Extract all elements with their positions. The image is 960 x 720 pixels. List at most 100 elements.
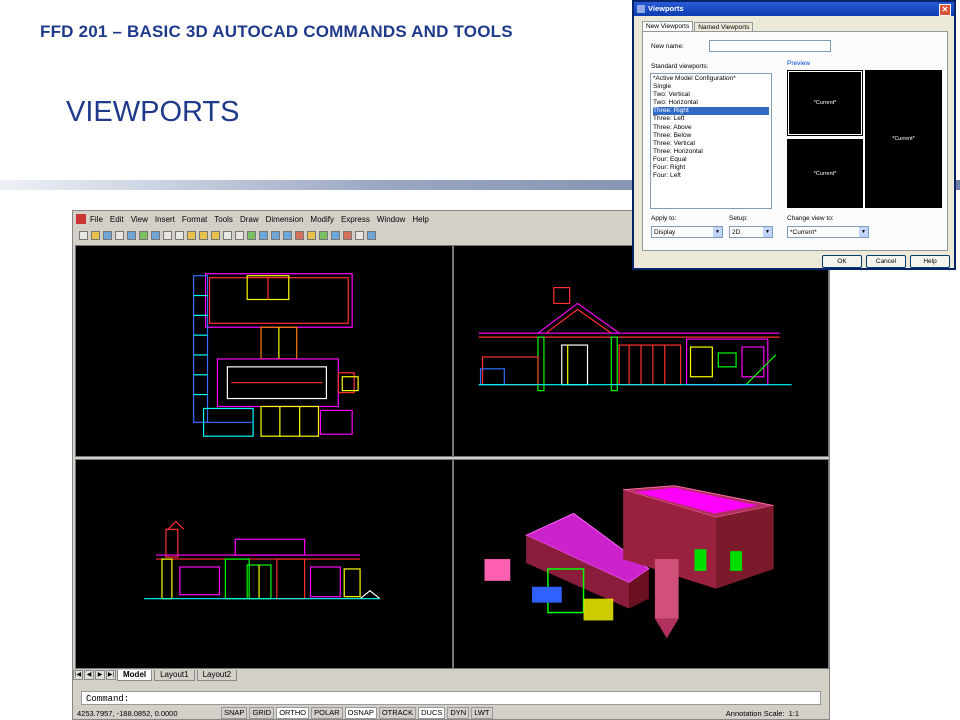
first-tab-icon[interactable]: |◀ xyxy=(73,670,83,680)
side-elevation-drawing xyxy=(144,520,381,600)
properties-icon[interactable] xyxy=(295,231,304,240)
menu-format[interactable]: Format xyxy=(182,215,207,224)
menu-insert[interactable]: Insert xyxy=(155,215,175,224)
list-item[interactable]: Three: Left xyxy=(653,115,769,123)
preview-cell-bottom-left[interactable]: *Current* xyxy=(787,139,863,208)
3d-dwf-icon[interactable] xyxy=(151,231,160,240)
block-editor-icon[interactable] xyxy=(211,231,220,240)
menu-tools[interactable]: Tools xyxy=(214,215,233,224)
change-view-select[interactable]: *Current* ▼ xyxy=(787,226,869,238)
pan-icon[interactable] xyxy=(247,231,256,240)
tab-layout1[interactable]: Layout1 xyxy=(154,669,195,681)
dyn-toggle[interactable]: DYN xyxy=(447,707,470,719)
viewport-top-left-plan[interactable] xyxy=(75,245,453,457)
next-tab-icon[interactable]: ▶ xyxy=(95,670,105,680)
viewport-bottom-right-3d[interactable] xyxy=(453,459,829,669)
help-button[interactable]: Help xyxy=(910,255,950,268)
publish-icon[interactable] xyxy=(139,231,148,240)
list-item[interactable]: Four: Equal xyxy=(653,156,769,164)
viewport-top-right-elevation[interactable] xyxy=(453,245,829,457)
list-item[interactable]: Four: Right xyxy=(653,164,769,172)
zoom-realtime-icon[interactable] xyxy=(259,231,268,240)
lwt-toggle[interactable]: LWT xyxy=(471,707,493,719)
open-file-icon[interactable] xyxy=(91,231,100,240)
sheet-set-icon[interactable] xyxy=(331,231,340,240)
match-properties-icon[interactable] xyxy=(199,231,208,240)
copy-icon[interactable] xyxy=(175,231,184,240)
viewport-bottom-left-side-elevation[interactable] xyxy=(75,459,453,669)
undo-icon[interactable] xyxy=(223,231,232,240)
osnap-toggle[interactable]: OSNAP xyxy=(344,707,377,719)
zoom-previous-icon[interactable] xyxy=(283,231,292,240)
plot-preview-icon[interactable] xyxy=(127,231,136,240)
paste-icon[interactable] xyxy=(187,231,196,240)
preview-cell-right[interactable]: *Current* xyxy=(865,70,942,208)
apply-to-select[interactable]: Display ▼ xyxy=(651,226,723,238)
list-item[interactable]: Three: Vertical xyxy=(653,140,769,148)
markup-icon[interactable] xyxy=(343,231,352,240)
list-item-selected[interactable]: Three: Right xyxy=(653,107,769,116)
new-viewports-panel: New name: Standard viewports: *Active Mo… xyxy=(642,31,948,251)
front-elevation-drawing xyxy=(478,287,792,392)
layout-tab-bar: |◀ ◀ ▶ ▶| Model Layout1 Layout2 xyxy=(73,669,829,681)
list-item[interactable]: Two: Vertical xyxy=(653,91,769,99)
design-center-icon[interactable] xyxy=(307,231,316,240)
viewports-dialog: Viewports ✕ New Viewports Named Viewport… xyxy=(632,0,956,270)
ok-button[interactable]: OK xyxy=(822,255,862,268)
calculator-icon[interactable] xyxy=(355,231,364,240)
zoom-window-icon[interactable] xyxy=(271,231,280,240)
grid-toggle[interactable]: GRID xyxy=(249,707,275,719)
menu-draw[interactable]: Draw xyxy=(240,215,259,224)
last-tab-icon[interactable]: ▶| xyxy=(106,670,116,680)
list-item[interactable]: *Active Model Configuration* xyxy=(653,75,769,83)
viewport-preview: *Current* *Current* *Current* xyxy=(787,70,942,208)
polar-toggle[interactable]: POLAR xyxy=(311,707,343,719)
list-item[interactable]: Two: Horizontal xyxy=(653,99,769,107)
redo-icon[interactable] xyxy=(235,231,244,240)
menu-modify[interactable]: Modify xyxy=(310,215,334,224)
dialog-icon xyxy=(637,5,645,13)
annotation-scale-value[interactable]: 1:1 xyxy=(789,709,799,718)
list-item[interactable]: Single xyxy=(653,83,769,91)
list-item[interactable]: Three: Horizontal xyxy=(653,148,769,156)
menu-file[interactable]: File xyxy=(90,215,103,224)
help-icon[interactable] xyxy=(367,231,376,240)
prev-tab-icon[interactable]: ◀ xyxy=(84,670,94,680)
cut-icon[interactable] xyxy=(163,231,172,240)
chevron-down-icon: ▼ xyxy=(713,227,722,237)
annotation-scale-label: Annotation Scale: xyxy=(725,708,785,718)
menu-window[interactable]: Window xyxy=(377,215,405,224)
menu-express[interactable]: Express xyxy=(341,215,370,224)
new-name-input[interactable] xyxy=(709,40,831,52)
menu-view[interactable]: View xyxy=(131,215,148,224)
command-line[interactable]: Command: xyxy=(81,691,821,705)
tab-layout2[interactable]: Layout2 xyxy=(196,669,238,681)
otrack-toggle[interactable]: OTRACK xyxy=(378,707,417,719)
plan-drawing xyxy=(193,273,359,437)
save-icon[interactable] xyxy=(103,231,112,240)
standard-viewports-list[interactable]: *Active Model Configuration* Single Two:… xyxy=(650,73,772,209)
list-item[interactable]: Three: Below xyxy=(653,132,769,140)
preview-cell-top-left[interactable]: *Current* xyxy=(787,70,863,136)
autocad-icon[interactable] xyxy=(76,214,86,224)
slide-heading: VIEWPORTS xyxy=(66,96,240,128)
dialog-title-bar: Viewports ✕ xyxy=(634,2,954,16)
menu-help[interactable]: Help xyxy=(412,215,428,224)
cancel-button[interactable]: Cancel xyxy=(866,255,906,268)
close-icon[interactable]: ✕ xyxy=(939,4,951,16)
snap-toggle[interactable]: SNAP xyxy=(221,707,248,719)
menu-edit[interactable]: Edit xyxy=(110,215,124,224)
tab-model[interactable]: Model xyxy=(117,669,153,681)
tool-palettes-icon[interactable] xyxy=(319,231,328,240)
list-item[interactable]: Three: Above xyxy=(653,124,769,132)
ducs-toggle[interactable]: DUCS xyxy=(418,707,446,719)
ortho-toggle[interactable]: ORTHO xyxy=(276,707,310,719)
setup-select[interactable]: 2D ▼ xyxy=(729,226,773,238)
new-file-icon[interactable] xyxy=(79,231,88,240)
print-icon[interactable] xyxy=(115,231,124,240)
menu-dimension[interactable]: Dimension xyxy=(266,215,304,224)
apply-to-label: Apply to: xyxy=(651,215,677,222)
setup-label: Setup: xyxy=(729,215,748,222)
list-item[interactable]: Four: Left xyxy=(653,172,769,180)
change-view-value: *Current* xyxy=(790,229,817,236)
